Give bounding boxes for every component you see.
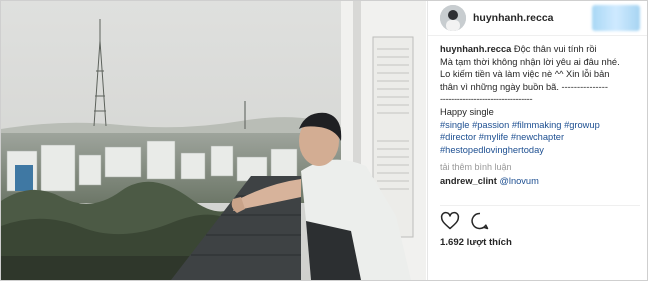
hashtag[interactable]: #newchapter xyxy=(511,132,564,142)
caption-text-line1: Độc thân vui tính rồi xyxy=(513,44,597,54)
post-header: huynhanh.recca xyxy=(428,1,647,36)
blurred-follow-area xyxy=(592,5,640,31)
avatar-image xyxy=(440,5,466,31)
caption-area: huynhanh.recca Độc thân vui tính rồi Mà … xyxy=(428,36,647,156)
hashtag[interactable]: #mylife xyxy=(479,132,508,142)
post-actions xyxy=(440,207,490,231)
avatar[interactable] xyxy=(440,5,466,31)
comment-item: andrew_clint @lnovum xyxy=(440,176,636,186)
load-more-comments-link[interactable]: tải thêm bình luận xyxy=(440,162,636,172)
caption: huynhanh.recca Độc thân vui tính rồi Mà … xyxy=(440,43,636,156)
caption-text-line2: Mà tạm thời không nhận lời yêu ai đâu nh… xyxy=(440,56,620,67)
divider xyxy=(440,205,640,206)
comment-username[interactable]: andrew_clint xyxy=(440,176,497,186)
comment-bubble-icon[interactable] xyxy=(470,211,490,231)
hashtag[interactable]: #passion xyxy=(472,120,509,130)
comment-mention[interactable]: @lnovum xyxy=(499,176,538,186)
caption-text-line3: Lo kiếm tiền và làm việc nè ^^ Xin lỗi b… xyxy=(440,69,610,80)
caption-dashes: --------------------------------- xyxy=(440,94,533,105)
hashtag-list: #single #passion #filmmaking #growup #di… xyxy=(440,120,600,155)
instagram-post: huynhanh.recca huynhanh.recca Độc thân v… xyxy=(0,0,648,281)
hashtag[interactable]: #growup xyxy=(564,120,600,130)
likes-count[interactable]: 1.692 lượt thích xyxy=(440,237,512,248)
caption-username[interactable]: huynhanh.recca xyxy=(440,44,511,54)
hashtag[interactable]: #filmmaking xyxy=(512,120,562,130)
hashtag[interactable]: #director xyxy=(440,132,476,142)
post-photo[interactable] xyxy=(1,1,426,280)
post-details-panel: huynhanh.recca huynhanh.recca Độc thân v… xyxy=(427,1,647,280)
hashtag[interactable]: #hestopedlovinghertoday xyxy=(440,145,544,155)
header-username[interactable]: huynhanh.recca xyxy=(473,12,554,24)
hashtag[interactable]: #single xyxy=(440,120,469,130)
caption-subtitle: Happy single xyxy=(440,106,494,117)
caption-text-line4: thân vì những ngày buồn bã. ------------… xyxy=(440,81,608,92)
city-balcony-photo xyxy=(1,1,426,280)
heart-icon[interactable] xyxy=(440,211,460,231)
